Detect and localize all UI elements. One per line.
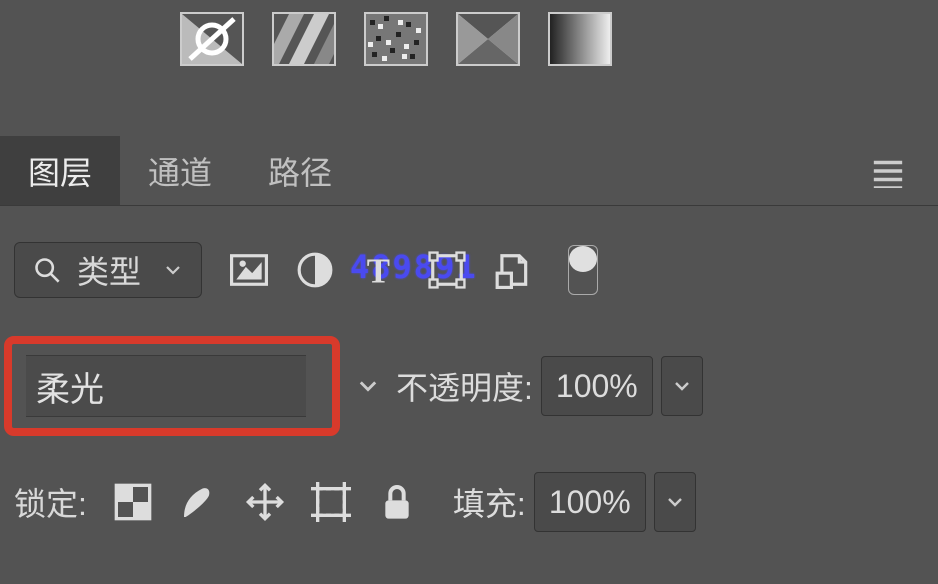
tab-layers[interactable]: 图层 xyxy=(0,136,120,205)
filter-smartobject-icon[interactable] xyxy=(494,251,532,289)
preset-thumb-gradient[interactable] xyxy=(548,12,612,66)
opacity-value[interactable]: 100% xyxy=(541,356,653,416)
tab-channels[interactable]: 通道 xyxy=(120,136,240,205)
layer-filter-row: 类型 T xyxy=(0,206,938,298)
tab-paths[interactable]: 路径 xyxy=(240,136,360,205)
opacity-chevron[interactable] xyxy=(661,356,703,416)
lock-image-icon[interactable] xyxy=(179,482,219,522)
lock-all-icon[interactable] xyxy=(377,482,417,522)
search-icon xyxy=(33,256,61,284)
filter-shape-icon[interactable] xyxy=(428,251,466,289)
filter-type-icon[interactable]: T xyxy=(362,251,400,289)
panel-menu-icon[interactable] xyxy=(868,151,908,191)
preset-thumb-cross-circle[interactable] xyxy=(180,12,244,66)
filter-toggle[interactable] xyxy=(568,245,598,295)
fill-chevron[interactable] xyxy=(654,472,696,532)
filter-adjustment-icon[interactable] xyxy=(296,251,334,289)
preset-thumb-stripes[interactable] xyxy=(272,12,336,66)
svg-text:T: T xyxy=(367,252,390,289)
lock-label: 锁定: xyxy=(14,479,87,525)
type-label: 类型 xyxy=(77,247,141,293)
blend-mode-select[interactable]: 柔光 xyxy=(26,355,306,417)
blend-mode-chevron[interactable] xyxy=(356,374,380,398)
lock-position-icon[interactable] xyxy=(245,482,285,522)
preset-thumb-triangles[interactable] xyxy=(456,12,520,66)
fill-value[interactable]: 100% xyxy=(534,472,646,532)
layer-type-filter-select[interactable]: 类型 xyxy=(14,242,202,298)
blend-mode-highlight: 柔光 xyxy=(4,336,340,436)
panel-tabs: 图层 通道 路径 xyxy=(0,136,938,206)
fill-label: 填充: xyxy=(453,479,526,525)
preset-thumb-noise[interactable] xyxy=(364,12,428,66)
lock-row: 锁定: 填充: 100% xyxy=(0,436,938,532)
filter-pixel-icon[interactable] xyxy=(230,251,268,289)
lock-transparency-icon[interactable] xyxy=(113,482,153,522)
lock-artboard-icon[interactable] xyxy=(311,482,351,522)
opacity-label: 不透明度: xyxy=(396,363,533,409)
blend-mode-row: 柔光 不透明度: 100% xyxy=(0,298,938,436)
chevron-down-icon xyxy=(163,260,183,280)
gradient-presets-toolbar xyxy=(0,0,938,66)
